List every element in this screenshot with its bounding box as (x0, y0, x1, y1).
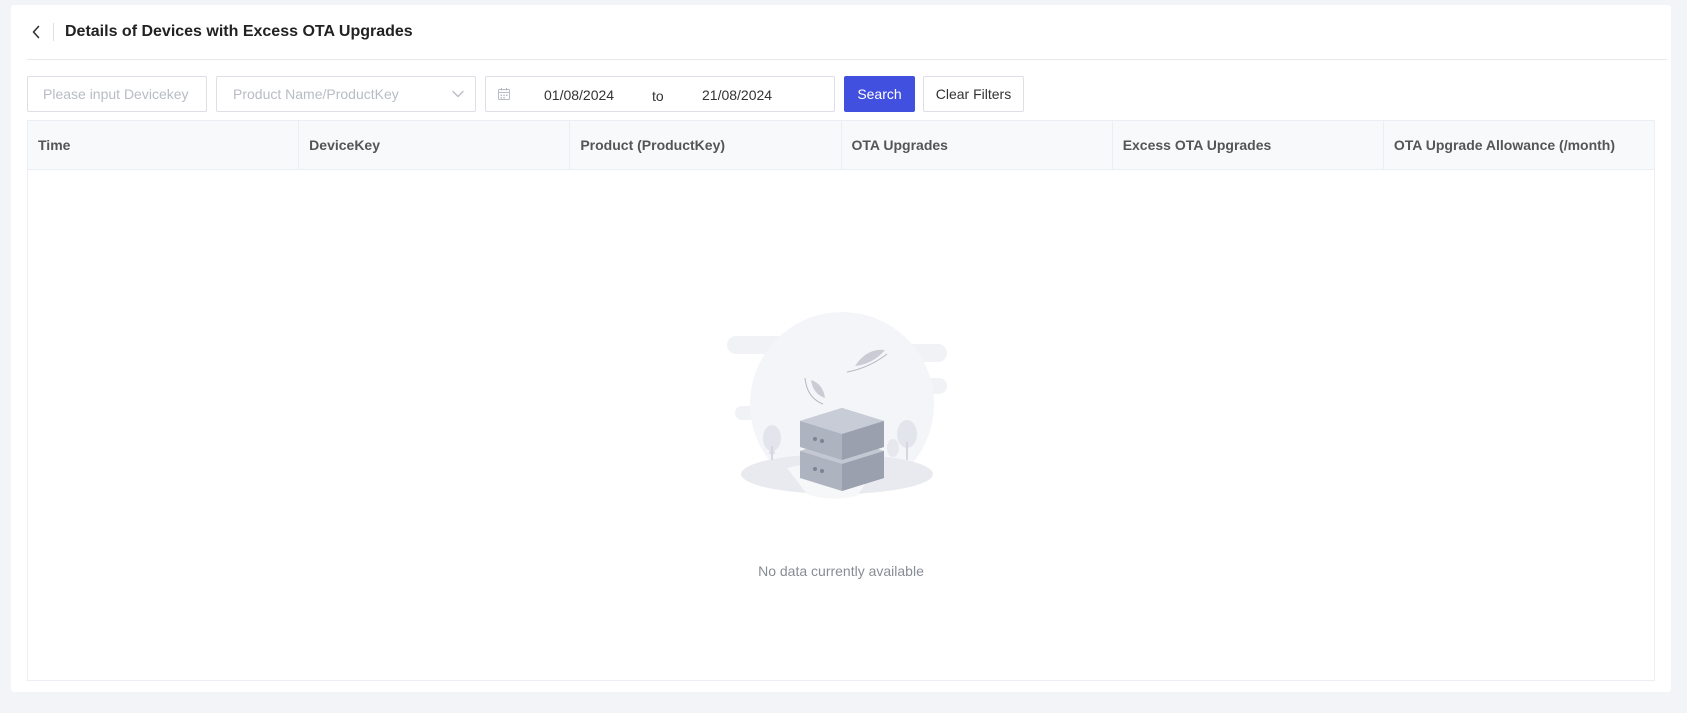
filter-bar: Product Name/ProductKey 01/08/2024 to 21… (27, 76, 1024, 112)
column-header-excess-ota-upgrades: Excess OTA Upgrades (1113, 121, 1384, 169)
empty-state-text: No data currently available (758, 563, 924, 579)
chevron-down-icon (452, 90, 464, 98)
chevron-left-icon (32, 25, 40, 39)
column-header-time: Time (28, 121, 300, 169)
devicekey-input[interactable] (27, 76, 207, 112)
clear-filters-button[interactable]: Clear Filters (923, 76, 1024, 112)
calendar-icon (498, 88, 510, 100)
devices-table: Time DeviceKey Product (ProductKey) OTA … (27, 120, 1655, 681)
product-select[interactable]: Product Name/ProductKey (216, 76, 476, 112)
column-header-product: Product (ProductKey) (570, 121, 842, 169)
column-header-devicekey: DeviceKey (299, 121, 571, 169)
empty-box-illustration (727, 312, 947, 499)
start-date[interactable]: 01/08/2024 (544, 87, 614, 103)
table-header: Time DeviceKey Product (ProductKey) OTA … (28, 121, 1654, 170)
back-button[interactable] (27, 23, 45, 41)
date-separator: to (652, 88, 664, 104)
product-select-placeholder: Product Name/ProductKey (233, 86, 399, 102)
page-title: Details of Devices with Excess OTA Upgra… (65, 23, 413, 40)
page-header: Details of Devices with Excess OTA Upgra… (27, 5, 1667, 60)
column-header-ota-allowance: OTA Upgrade Allowance (/month) (1393, 137, 1616, 153)
end-date[interactable]: 21/08/2024 (702, 87, 772, 103)
date-range-picker[interactable]: 01/08/2024 to 21/08/2024 (485, 76, 835, 112)
column-header-ota-upgrades: OTA Upgrades (842, 121, 1113, 169)
empty-state: No data currently available (28, 169, 1654, 680)
search-button[interactable]: Search (844, 76, 915, 112)
content-card: Details of Devices with Excess OTA Upgra… (11, 5, 1671, 692)
header-divider (53, 23, 54, 41)
